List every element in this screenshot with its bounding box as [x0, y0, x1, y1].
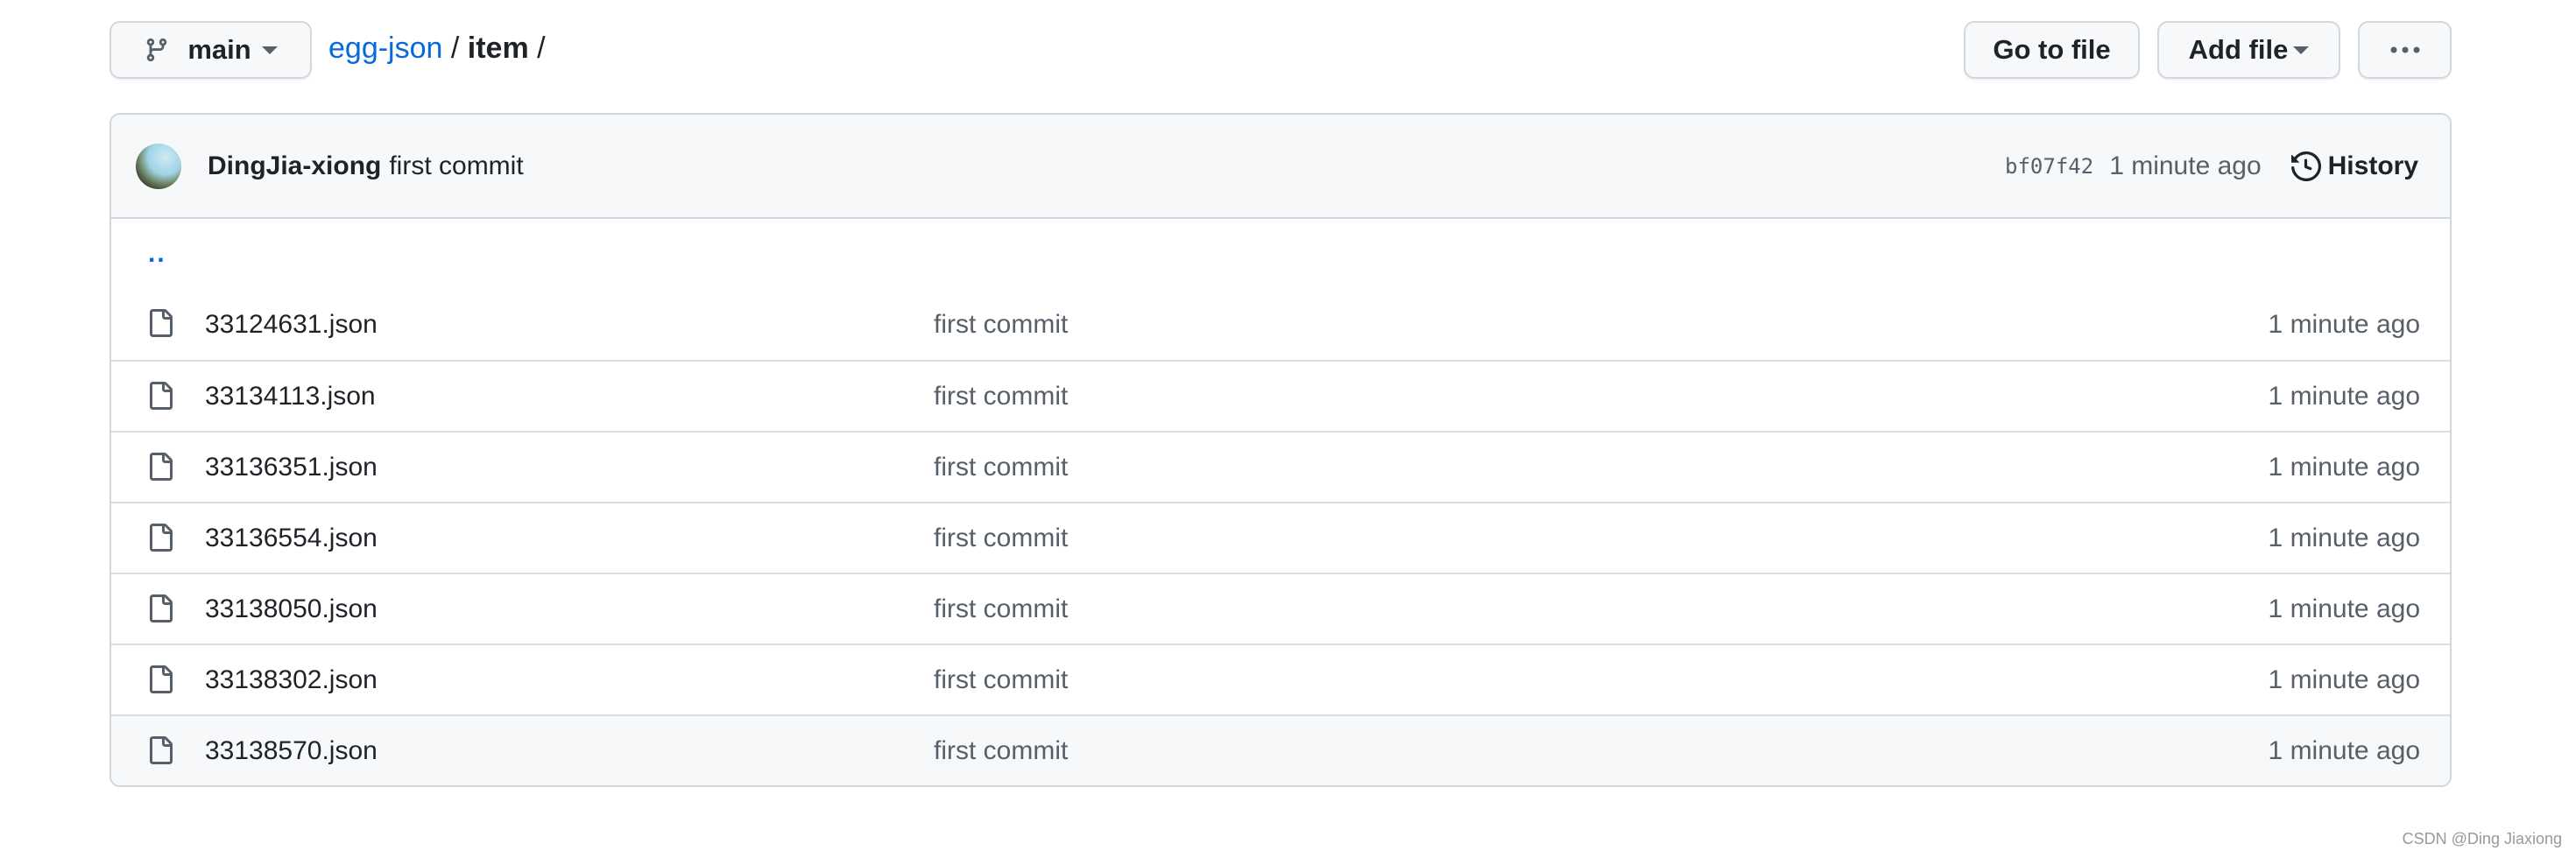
history-label: History [2327, 151, 2418, 180]
file-name-link[interactable]: 33138302.json [205, 665, 378, 695]
add-file-label: Add file [2188, 34, 2289, 65]
breadcrumb-folder: item [467, 32, 529, 65]
latest-commit-bar: DingJia-xiong first commit bf07f42 1 min… [111, 115, 2450, 219]
file-icon [150, 736, 173, 764]
caret-down-icon [261, 46, 278, 54]
file-row[interactable]: 33138570.json first commit 1 minute ago [111, 714, 2450, 785]
commit-sha[interactable]: bf07f42 [2005, 154, 2093, 179]
file-icon [150, 309, 173, 337]
file-commit-message[interactable]: first commit [934, 524, 1068, 553]
breadcrumb-separator: / [450, 32, 460, 65]
file-commit-message[interactable]: first commit [934, 310, 1068, 340]
watermark: CSDN @Ding Jiaxiong [2402, 830, 2562, 847]
breadcrumb-separator: / [537, 32, 546, 65]
commit-message[interactable]: first commit [389, 151, 523, 181]
parent-directory-link[interactable]: .. [111, 219, 2450, 289]
file-commit-message[interactable]: first commit [934, 736, 1068, 766]
file-commit-message[interactable]: first commit [934, 594, 1068, 624]
file-commit-time: 1 minute ago [2268, 523, 2420, 552]
breadcrumb-repo-link[interactable]: egg-json [328, 32, 442, 65]
file-list: DingJia-xiong first commit bf07f42 1 min… [109, 113, 2452, 787]
file-name-link[interactable]: 33124631.json [205, 310, 378, 340]
file-icon [150, 453, 173, 481]
file-icon [150, 382, 173, 410]
file-row[interactable]: 33136554.json first commit 1 minute ago [111, 502, 2450, 573]
file-commit-time: 1 minute ago [2268, 665, 2420, 694]
file-row[interactable]: 33134113.json first commit 1 minute ago [111, 360, 2450, 431]
caret-down-icon [2293, 46, 2310, 54]
file-name-link[interactable]: 33138050.json [205, 594, 378, 624]
file-icon [150, 594, 173, 622]
commit-author[interactable]: DingJia-xiong [208, 151, 381, 181]
kebab-horizontal-icon [2390, 46, 2419, 53]
file-commit-message[interactable]: first commit [934, 453, 1068, 482]
file-icon [150, 524, 173, 552]
file-commit-message[interactable]: first commit [934, 665, 1068, 695]
go-to-file-button[interactable]: Go to file [1964, 21, 2140, 79]
file-row[interactable]: 33138050.json first commit 1 minute ago [111, 573, 2450, 644]
git-branch-icon [147, 38, 167, 62]
file-name-link[interactable]: 33138570.json [205, 736, 378, 766]
file-name-link[interactable]: 33134113.json [205, 382, 376, 411]
file-commit-time: 1 minute ago [2268, 309, 2420, 339]
file-commit-time: 1 minute ago [2268, 452, 2420, 482]
branch-name: main [187, 34, 251, 65]
file-commit-time: 1 minute ago [2268, 381, 2420, 411]
file-commit-time: 1 minute ago [2268, 594, 2420, 623]
breadcrumb: egg-json / item / [328, 32, 546, 66]
history-icon [2290, 151, 2321, 181]
file-row[interactable]: 33138302.json first commit 1 minute ago [111, 644, 2450, 714]
file-commit-time: 1 minute ago [2268, 735, 2420, 765]
add-file-button[interactable]: Add file [2157, 21, 2340, 79]
commit-time: 1 minute ago [2109, 151, 2262, 180]
branch-select-button[interactable]: main [109, 21, 312, 79]
file-commit-message[interactable]: first commit [934, 382, 1068, 411]
avatar[interactable] [136, 143, 181, 189]
file-row[interactable]: 33136351.json first commit 1 minute ago [111, 431, 2450, 502]
file-row[interactable]: 33124631.json first commit 1 minute ago [111, 289, 2450, 360]
more-options-button[interactable] [2358, 21, 2452, 79]
file-name-link[interactable]: 33136351.json [205, 453, 378, 482]
history-link[interactable]: History [2290, 151, 2418, 181]
file-icon [150, 665, 173, 693]
file-name-link[interactable]: 33136554.json [205, 524, 378, 553]
